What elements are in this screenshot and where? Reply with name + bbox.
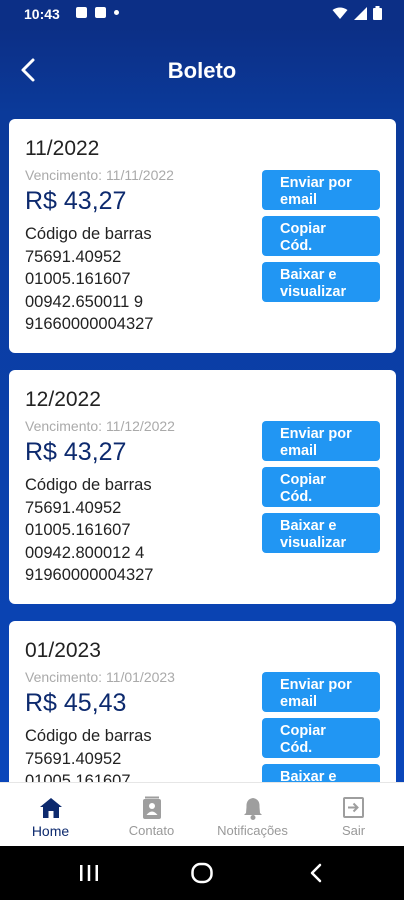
barcode-line: 01005.161607: [25, 270, 131, 288]
button-label: Copiar: [280, 220, 326, 237]
button-label: Cód.: [280, 488, 313, 505]
boleto-card: 12/2022 Vencimento: 11/12/2022 R$ 43,27 …: [9, 370, 396, 604]
button-label: email: [280, 442, 318, 459]
nav-label: Home: [31, 823, 70, 839]
barcode-block: Código de barras 75691.40952 01005.16160…: [25, 223, 153, 336]
bell-icon: [244, 798, 262, 820]
barcode-label: Código de barras: [25, 225, 152, 243]
system-icons: [332, 6, 382, 20]
button-label: Cód.: [280, 237, 313, 254]
status-bar: 10:43: [0, 0, 404, 28]
message-icon: [95, 7, 106, 18]
barcode-line: 00942.650011 9: [25, 292, 144, 311]
dot-icon: [114, 10, 119, 15]
boleto-amount: R$ 43,27: [25, 187, 127, 215]
button-label: Copiar: [280, 471, 326, 488]
home-icon: [40, 798, 62, 818]
boleto-card: 11/2022 Vencimento: 11/11/2022 R$ 43,27 …: [9, 119, 396, 353]
barcode-line: 00942.800012 4: [25, 543, 145, 562]
battery-icon: [373, 6, 382, 20]
boleto-period: 12/2022: [25, 388, 101, 411]
download-view-button[interactable]: Baixar e visualizar: [262, 513, 380, 553]
barcode-label: Código de barras: [25, 476, 152, 494]
copy-code-button[interactable]: Copiar Cód.: [262, 216, 380, 256]
button-label: Copiar: [280, 722, 326, 739]
copy-code-button[interactable]: Copiar Cód.: [262, 467, 380, 507]
gallery-icon: [76, 7, 87, 18]
nav-item-contato[interactable]: Contato: [101, 783, 202, 847]
nav-item-sair[interactable]: Sair: [303, 783, 404, 847]
barcode-line: 01005.161607: [25, 772, 131, 782]
button-label: Baixar e: [280, 768, 337, 783]
boleto-period: 11/2022: [25, 137, 100, 160]
system-navigation-bar: [0, 846, 404, 900]
barcode-line: 75691.40952: [25, 247, 122, 266]
barcode-line: 75691.40952: [25, 749, 122, 768]
home-button-icon[interactable]: [190, 862, 214, 884]
logout-icon: [343, 797, 364, 818]
recent-apps-icon[interactable]: [78, 863, 100, 883]
button-label: Enviar por: [280, 425, 352, 442]
download-view-button[interactable]: Baixar e visualizar: [262, 764, 380, 782]
barcode-block: Código de barras 75691.40952 01005.16160…: [25, 725, 152, 782]
button-label: email: [280, 191, 318, 208]
boleto-card: 01/2023 Vencimento: 11/01/2023 R$ 45,43 …: [9, 621, 396, 782]
nav-item-notificacoes[interactable]: Notificações: [202, 783, 303, 847]
copy-code-button[interactable]: Copiar Cód.: [262, 718, 380, 758]
send-email-button[interactable]: Enviar por email: [262, 170, 380, 210]
due-date: Vencimento: 11/11/2022: [25, 167, 174, 183]
wifi-icon: [332, 7, 348, 19]
button-label: Baixar e: [280, 266, 337, 283]
button-label: Enviar por: [280, 676, 352, 693]
bottom-navigation: Home Contato Notificações Sair: [0, 782, 404, 847]
nav-item-home[interactable]: Home: [0, 783, 101, 847]
boleto-period: 01/2023: [25, 639, 101, 662]
boleto-amount: R$ 43,27: [25, 438, 127, 466]
barcode-block: Código de barras 75691.40952 01005.16160…: [25, 474, 153, 587]
barcode-line: 75691.40952: [25, 498, 122, 517]
due-date: Vencimento: 11/12/2022: [25, 418, 175, 434]
barcode-label: Código de barras: [25, 727, 152, 745]
boleto-amount: R$ 45,43: [25, 689, 127, 717]
button-label: visualizar: [280, 534, 347, 551]
notification-icons: [76, 7, 119, 18]
button-label: Baixar e: [280, 517, 337, 534]
back-button-icon[interactable]: [306, 862, 326, 884]
send-email-button[interactable]: Enviar por email: [262, 672, 380, 712]
app-bar: Boleto: [0, 28, 404, 114]
barcode-line: 01005.161607: [25, 521, 131, 539]
nav-label: Sair: [341, 823, 366, 838]
contact-card-icon: [143, 796, 161, 819]
page-title: Boleto: [167, 58, 237, 83]
barcode-line: 91660000004327: [25, 315, 154, 333]
button-label: Enviar por: [280, 174, 352, 191]
send-email-button[interactable]: Enviar por email: [262, 421, 380, 461]
due-date: Vencimento: 11/01/2023: [25, 669, 175, 685]
signal-icon: [354, 6, 367, 20]
button-label: visualizar: [280, 283, 347, 300]
boleto-list[interactable]: 11/2022 Vencimento: 11/11/2022 R$ 43,27 …: [0, 114, 404, 782]
nav-label: Contato: [128, 823, 175, 838]
button-label: email: [280, 693, 318, 710]
barcode-line: 91960000004327: [25, 566, 154, 584]
download-view-button[interactable]: Baixar e visualizar: [262, 262, 380, 302]
status-time: 10:43: [24, 6, 60, 22]
nav-label: Notificações: [217, 823, 288, 838]
button-label: Cód.: [280, 739, 313, 756]
